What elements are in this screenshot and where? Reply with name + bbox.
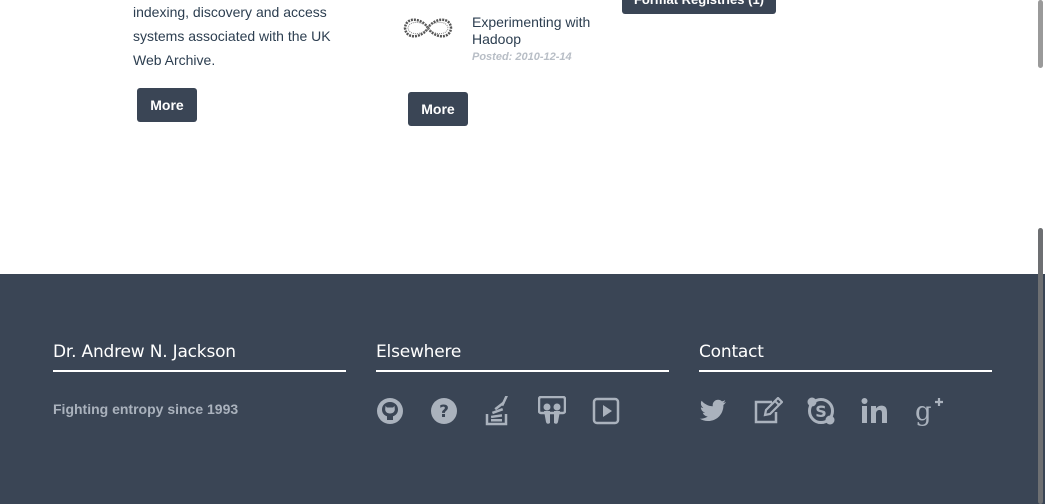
linkedin-icon[interactable] [861,394,915,428]
footer-about: Dr. Andrew N. Jackson Fighting entropy s… [53,342,346,417]
footer-elsewhere: Elsewhere ? [376,342,669,428]
scrollbar-thumb-secondary[interactable] [1038,228,1043,504]
slideshare-icon[interactable] [538,394,592,428]
page-scrollbar[interactable] [1035,0,1045,504]
svg-text:?: ? [439,402,449,422]
video-play-icon[interactable] [592,394,646,428]
post-title[interactable]: Experimenting with Hadoop [472,14,592,48]
skype-icon[interactable]: S [807,394,861,428]
footer-elsewhere-title: Elsewhere [376,342,669,372]
description-line: indexing, discovery and access [133,4,327,20]
github-icon[interactable] [376,394,430,428]
svg-text:S: S [815,402,827,421]
stackoverflow-icon[interactable] [484,394,538,428]
description-line: systems associated with the UK [133,28,331,44]
project-description: indexing, discovery and access systems a… [133,0,343,72]
more-button-blog[interactable]: More [408,92,468,126]
google-plus-icon[interactable]: g [915,394,969,428]
infinity-logo-icon [403,18,453,38]
description-line: Web Archive. [133,52,216,68]
site-footer: Dr. Andrew N. Jackson Fighting entropy s… [0,274,1045,504]
scrollbar-thumb[interactable] [1038,0,1043,68]
contact-icon-list: S g [699,394,992,428]
footer-about-title: Dr. Andrew N. Jackson [53,342,346,372]
blog-edit-icon[interactable] [753,394,807,428]
twitter-icon[interactable] [699,394,753,428]
elsewhere-icon-list: ? [376,394,669,428]
question-circle-icon[interactable]: ? [430,394,484,428]
footer-tagline: Fighting entropy since 1993 [53,401,239,417]
post-date: Posted: 2010-12-14 [472,51,572,63]
main-content: indexing, discovery and access systems a… [0,0,1045,274]
format-registries-button[interactable]: Format Registries (1) [622,0,776,14]
svg-text:g: g [915,397,932,426]
footer-contact-title: Contact [699,342,992,372]
blog-post-item[interactable]: Experimenting with Hadoop Posted: 2010-1… [400,8,600,68]
more-button-projects[interactable]: More [137,88,197,122]
footer-contact: Contact S g [699,342,992,428]
